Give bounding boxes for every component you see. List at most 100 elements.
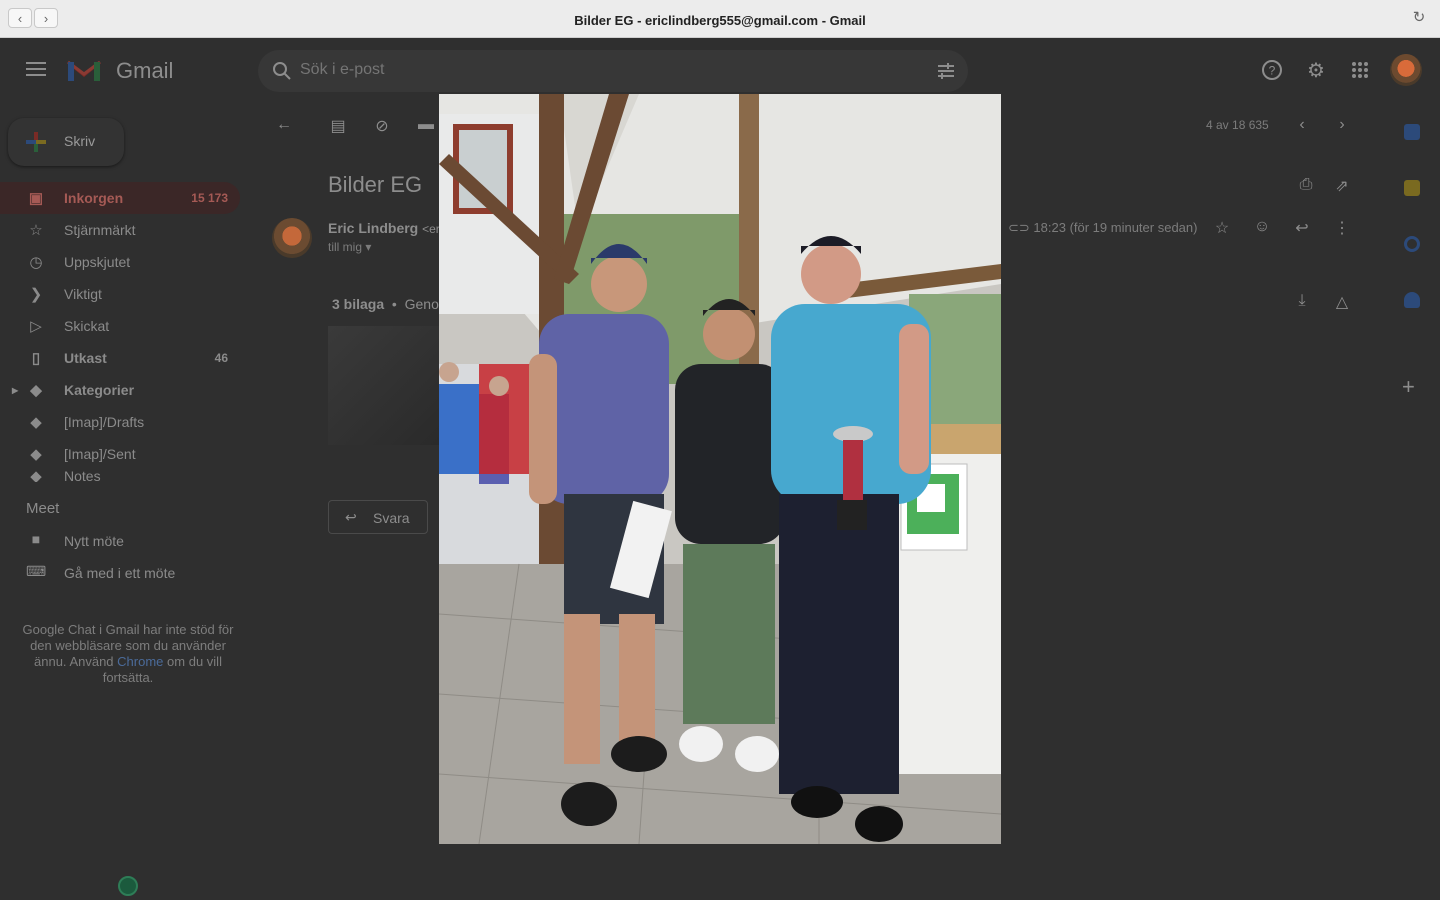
recipient-line[interactable]: till mig ▾ [328, 240, 371, 254]
save-to-drive-icon[interactable]: △ [1332, 292, 1352, 312]
sidebar-item-label: Inkorgen [64, 190, 124, 206]
calendar-icon[interactable] [1404, 124, 1420, 140]
open-new-window-icon[interactable]: ⇗ [1332, 176, 1352, 196]
draft-icon: ▯ [31, 350, 41, 367]
join-meeting-item[interactable]: ⌨ Gå med i ett möte [0, 557, 256, 589]
settings-gear-icon[interactable]: ⚙ [1302, 56, 1330, 84]
help-icon[interactable]: ? [1258, 56, 1286, 84]
sidebar-item-drafts[interactable]: ▯ Utkast 46 [0, 342, 256, 374]
account-avatar[interactable] [1390, 54, 1422, 86]
expand-arrow-icon[interactable]: ▶ [12, 386, 18, 395]
reply-icon[interactable]: ↩ [1292, 218, 1312, 238]
search-options-icon[interactable] [936, 61, 956, 81]
keyboard-icon: ⌨ [26, 563, 47, 579]
star-icon: ☆ [29, 222, 43, 239]
print-icon[interactable]: ⎙ [1296, 176, 1316, 196]
back-arrow-icon[interactable]: ← [274, 116, 294, 136]
sidebar-item-label: Stjärnmärkt [64, 222, 136, 238]
label-icon: ◆ [30, 414, 42, 431]
meet-heading: Meet [26, 500, 60, 517]
apps-grid-icon[interactable] [1346, 56, 1374, 84]
reply-button[interactable]: ↩ Svara [328, 500, 428, 534]
sidebar-item-count: 46 [214, 351, 228, 365]
search-input[interactable] [300, 61, 900, 79]
inbox-icon: ▣ [28, 190, 44, 207]
star-message-icon[interactable]: ☆ [1212, 218, 1232, 238]
sidebar-item-label: Uppskjutet [64, 254, 131, 270]
timestamp-text: 18:23 (för 19 minuter sedan) [1033, 220, 1198, 235]
sidebar-item-label: Skickat [64, 318, 110, 334]
add-addon-icon[interactable]: + [1402, 374, 1415, 400]
download-all-icon[interactable]: ⤓ [1292, 292, 1312, 312]
important-icon: ❯ [29, 286, 43, 303]
delete-icon[interactable]: ▬ [416, 116, 436, 136]
sidebar-item-notes[interactable]: ◆ Notes [0, 470, 256, 482]
video-camera-icon: ■ [31, 531, 41, 547]
sidebar-item-label: [Imap]/Drafts [64, 414, 145, 430]
sidebar-item-count: 15 173 [191, 191, 228, 205]
compose-label: Skriv [64, 133, 96, 149]
gmail-logo-icon [67, 60, 101, 81]
sidebar-item-label: Notes [64, 470, 101, 482]
report-spam-icon[interactable]: ⊘ [372, 116, 392, 136]
sidebar-item-label: Viktigt [64, 286, 102, 302]
recipient-text: till mig [328, 240, 363, 254]
new-meeting-label: Nytt möte [64, 533, 124, 549]
browser-titlebar: ‹ › Bilder EG - ericlindberg555@gmail.co… [0, 0, 1440, 38]
email-timestamp: ⊂⊃ 18:23 (för 19 minuter sedan) [1008, 220, 1197, 236]
search-bar[interactable] [258, 50, 968, 92]
email-subject: Bilder EG [328, 172, 423, 197]
older-chevron-icon[interactable]: ‹ [1292, 116, 1312, 136]
sender-name[interactable]: Eric Lindberg <eri [328, 220, 442, 236]
more-options-icon[interactable]: ⋮ [1332, 218, 1352, 238]
contacts-icon[interactable] [1404, 292, 1420, 308]
send-icon: ▷ [30, 318, 42, 335]
sidebar-item-imap-sent[interactable]: ◆ [Imap]/Sent [0, 438, 256, 470]
sidebar-item-snoozed[interactable]: ◷ Uppskjutet [0, 246, 256, 278]
newer-chevron-icon[interactable]: › [1332, 116, 1352, 136]
label-icon: ◆ [30, 382, 42, 399]
sidebar-item-inbox[interactable]: ▣ Inkorgen 15 173 [0, 182, 240, 214]
sidebar-item-important[interactable]: ❯ Viktigt [0, 278, 256, 310]
keep-icon[interactable] [1404, 180, 1420, 196]
attachments-count: 3 bilaga [332, 296, 385, 312]
sidebar-item-categories[interactable]: ▶ ◆ Kategorier [0, 374, 256, 406]
reload-icon[interactable]: ↻ [1410, 9, 1428, 27]
compose-button[interactable]: Skriv [8, 118, 124, 166]
sidebar-item-sent[interactable]: ▷ Skickat [0, 310, 256, 342]
main-menu-icon[interactable] [26, 62, 46, 76]
message-pager: 4 av 18 635 [1206, 118, 1269, 132]
window-title: Bilder EG - ericlindberg555@gmail.com - … [574, 13, 866, 28]
search-icon[interactable] [272, 61, 292, 81]
sidebar-item-label: Utkast [64, 350, 107, 366]
chat-unsupported-note: Google Chat i Gmail har inte stöd för de… [14, 622, 242, 686]
attachment-thumbnail[interactable] [328, 326, 440, 445]
compose-plus-icon [26, 132, 46, 152]
chat-status-icon[interactable] [118, 876, 138, 896]
sidebar-item-starred[interactable]: ☆ Stjärnmärkt [0, 214, 256, 246]
top-right-icons: ? ⚙ [1258, 54, 1422, 86]
label-icon: ◆ [30, 470, 42, 482]
sidebar: ▣ Inkorgen 15 173 ☆ Stjärnmärkt ◷ Uppskj… [0, 182, 256, 482]
sender-name-text: Eric Lindberg [328, 220, 419, 236]
svg-text:?: ? [1269, 64, 1276, 78]
attachments-header: 3 bilaga • Genom [332, 296, 451, 312]
attachment-clip-icon: ⊂⊃ [1008, 220, 1030, 235]
archive-icon[interactable]: ▤ [328, 116, 348, 136]
attachment-photo-preview[interactable] [439, 94, 1001, 844]
emoji-reaction-icon[interactable]: ☺ [1252, 218, 1272, 238]
clock-icon: ◷ [29, 254, 43, 271]
label-icon: ◆ [30, 446, 42, 463]
chrome-link[interactable]: Chrome [117, 654, 163, 669]
gmail-logo-text: Gmail [116, 58, 174, 83]
group-photo-image [439, 94, 1001, 844]
sidebar-item-label: Kategorier [64, 382, 135, 398]
sender-avatar[interactable] [272, 218, 312, 258]
sidebar-item-label: [Imap]/Sent [64, 446, 136, 462]
sidebar-item-imap-drafts[interactable]: ◆ [Imap]/Drafts [0, 406, 256, 438]
tasks-icon[interactable] [1404, 236, 1420, 252]
reply-label: Svara [373, 510, 410, 526]
new-meeting-item[interactable]: ■ Nytt möte [0, 525, 256, 557]
join-meeting-label: Gå med i ett möte [64, 565, 176, 581]
reply-arrow-icon: ↩ [345, 509, 357, 525]
